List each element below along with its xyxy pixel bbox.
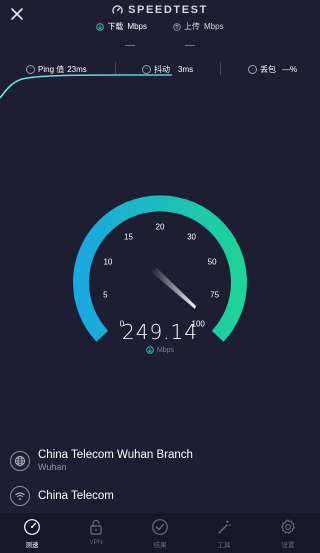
check-circle-icon xyxy=(152,519,168,535)
tab-label: 结果 xyxy=(153,542,167,549)
result-values: — — xyxy=(0,40,320,51)
lock-icon xyxy=(90,519,102,535)
gauge-needle xyxy=(151,268,196,309)
upload-label: 上传 xyxy=(184,22,200,31)
wifi-icon xyxy=(10,486,30,506)
tab-vpn[interactable]: VPN xyxy=(64,513,128,553)
gauge-tick-label: 15 xyxy=(124,232,133,242)
speedtest-screen: SPEEDTEST 下载 Mbps 上传 Mbps — — ◦ Ping 值 2 xyxy=(0,0,320,553)
logo-text: SPEEDTEST xyxy=(128,4,208,16)
magic-wand-icon xyxy=(218,520,231,534)
upload-unit: Mbps xyxy=(204,22,224,31)
server-text: China Telecom Wuhan Branch Wuhan xyxy=(38,449,193,472)
download-arrow-icon xyxy=(96,22,105,31)
tab-speedtest[interactable]: 测速 xyxy=(0,513,64,553)
server-info[interactable]: China Telecom Wuhan Branch Wuhan xyxy=(10,449,310,472)
speedtest-logo-icon xyxy=(112,4,123,14)
tab-tools[interactable]: 工具 xyxy=(192,513,256,553)
isp-name: China Telecom xyxy=(38,490,114,502)
gauge-tick-label: 30 xyxy=(187,232,196,242)
upload-value: — xyxy=(185,40,195,51)
app-logo: SPEEDTEST xyxy=(0,4,320,16)
download-mode[interactable]: 下载 Mbps xyxy=(96,21,147,32)
tab-label: 工具 xyxy=(217,542,231,549)
speedometer-icon xyxy=(24,519,40,535)
upload-arrow-icon xyxy=(173,22,181,31)
speed-graph xyxy=(0,74,172,99)
tab-label: 设置 xyxy=(281,542,295,549)
speed-unit-row: Mbps xyxy=(0,346,320,354)
mode-row: 下载 Mbps 上传 Mbps xyxy=(0,21,320,32)
gauge-tick-label: 5 xyxy=(103,290,108,300)
server-city: Wuhan xyxy=(38,462,67,472)
speed-value: 249.14 xyxy=(122,320,198,344)
globe-icon xyxy=(10,450,30,471)
download-label: 下载 xyxy=(107,22,124,31)
gauge-tick-label: 10 xyxy=(103,257,113,267)
download-value: — xyxy=(125,40,135,51)
bottom-tab-bar: 测速 VPN 结果 工具 设置 xyxy=(0,513,320,553)
gauge-tick-label: 20 xyxy=(155,222,165,232)
download-unit: Mbps xyxy=(127,22,147,31)
tab-settings[interactable]: 设置 xyxy=(256,513,320,553)
gauge-tick-label: 50 xyxy=(207,257,217,267)
gear-icon xyxy=(281,519,295,534)
server-name: China Telecom Wuhan Branch xyxy=(38,449,193,461)
tab-label: 测速 xyxy=(25,542,39,549)
upload-mode[interactable]: 上传 Mbps xyxy=(173,21,224,32)
isp-info[interactable]: China Telecom xyxy=(10,486,310,506)
tab-results[interactable]: 结果 xyxy=(128,513,192,553)
speed-unit: Mbps xyxy=(156,346,175,354)
gauge-tick-label: 75 xyxy=(210,290,220,300)
download-arrow-icon xyxy=(146,346,154,354)
tab-label: VPN xyxy=(89,539,103,546)
